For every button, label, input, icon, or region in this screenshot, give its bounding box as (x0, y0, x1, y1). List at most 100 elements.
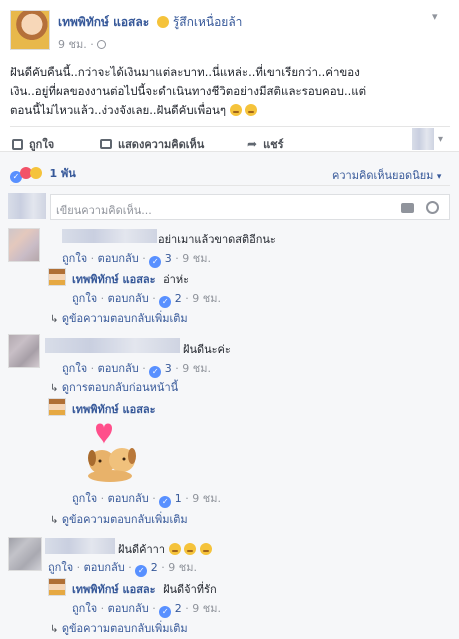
commenter-avatar[interactable] (8, 537, 42, 571)
post-text-line-wrapper: ตอนนี้ไม่ไหวแล้ว..ง่วงจังเลย..ฝันดีคับเพ… (10, 101, 450, 120)
thumbs-up-icon (12, 138, 23, 150)
author-reply-avatar[interactable] (48, 268, 66, 286)
puppy-love-sticker (88, 423, 136, 482)
share-arrow-icon: ➦ (247, 137, 258, 151)
comment-like-link[interactable]: ถูกใจ (62, 252, 87, 265)
post-time[interactable]: 9 ชม. (58, 38, 87, 51)
comment-reply-link[interactable]: ตอบกลับ (98, 252, 139, 265)
comment-bubble-icon (100, 139, 112, 149)
separator-dot: · (128, 561, 132, 574)
reply-arrow-icon: ↳ (50, 314, 59, 325)
separator-dot: · (100, 492, 105, 505)
reply-reply-link[interactable]: ตอบกลับ (108, 492, 149, 505)
sleepy-face-icon (229, 104, 242, 116)
reply-reaction-count[interactable]: 2 (175, 292, 182, 305)
camera-icon[interactable] (401, 203, 414, 213)
reply-author-name[interactable]: เทพพิทักษ์ แอสละ (72, 583, 156, 596)
separator-dot: · (161, 561, 165, 574)
author-name[interactable]: เทพพิทักษ์ แอสละ (58, 15, 149, 29)
action-divider (10, 126, 450, 127)
reply-reaction-count[interactable]: 1 (175, 492, 182, 505)
commenter-name-blurred[interactable] (45, 338, 180, 353)
reply-time[interactable]: 9 ชม. (192, 602, 221, 615)
tired-face-icon (157, 16, 169, 28)
separator-dot: · (175, 252, 179, 265)
author-reply-avatar[interactable] (48, 578, 66, 596)
reply-text: ฝันดีจ้าที่รัก (163, 583, 217, 596)
reply-reaction-count[interactable]: 2 (175, 602, 182, 615)
comment-text: ฝันดีค้าาา (118, 543, 165, 556)
separator-dot: · (90, 362, 95, 375)
comment-input-placeholder: เขียนความคิดเห็น... (56, 204, 152, 217)
separator-dot: · (90, 38, 94, 51)
more-replies-link[interactable]: ดูข้อความตอบกลับเพิ่มเติม (62, 312, 188, 325)
separator-dot: · (152, 292, 156, 305)
reply-author-name[interactable]: เทพพิทักษ์ แอสละ (72, 400, 156, 418)
separator-dot: · (142, 362, 146, 375)
comment-text: อย่าเมาแล้วขาดสติอีกนะ (158, 233, 276, 246)
commenter-name-blurred[interactable] (45, 538, 115, 554)
comment-reply-link[interactable]: ตอบกลับ (84, 561, 125, 574)
separator-dot: · (175, 362, 179, 375)
separator-dot: · (185, 602, 189, 615)
like-reaction-icon: ✓ (135, 565, 148, 577)
reply-arrow-icon: ↳ (50, 383, 59, 394)
comment-input[interactable]: เขียนความคิดเห็น... (50, 194, 450, 220)
comment-time[interactable]: 9 ชม. (168, 561, 197, 574)
comment-reaction-count[interactable]: 2 (151, 561, 158, 574)
author-avatar[interactable] (10, 10, 50, 50)
reply-reply-link[interactable]: ตอบกลับ (108, 292, 149, 305)
post-text-line: ตอนนี้ไม่ไหวแล้ว..ง่วงจังเลย..ฝันดีคับเพ… (10, 103, 227, 117)
feeling-text[interactable]: รู้สึกเหนื่อยล้า (173, 15, 243, 29)
post-options-chevron-icon[interactable]: ▾ (432, 10, 438, 23)
post-text-line: เงิน..อยู่ที่ผลของงานต่อไปนี้จะดำเนินทาง… (10, 84, 367, 98)
sort-chevron-icon[interactable]: ▾ (437, 172, 442, 182)
reactions-divider (10, 185, 450, 186)
reply-time[interactable]: 9 ชม. (192, 292, 221, 305)
viewer-avatar-blurred (8, 193, 46, 219)
reply-time[interactable]: 9 ชม. (192, 492, 221, 505)
reply-reply-link[interactable]: ตอบกลับ (108, 602, 149, 615)
author-reply-avatar[interactable] (48, 398, 66, 416)
reply-like-link[interactable]: ถูกใจ (72, 292, 97, 305)
comment-reaction-count[interactable]: 3 (165, 362, 172, 375)
comment-time[interactable]: 9 ชม. (182, 362, 211, 375)
comment-text: ฝันดีนะค่ะ (183, 343, 231, 356)
separator-dot: · (185, 492, 189, 505)
reply-text: อ่าห่ะ (163, 273, 190, 286)
reaction-count[interactable]: 1 พัน (50, 167, 76, 180)
sleepy-face-icon (168, 543, 181, 555)
like-reaction-icon: ✓ (159, 496, 172, 508)
reply-like-link[interactable]: ถูกใจ (72, 492, 97, 505)
previous-replies-link[interactable]: ดูการตอบกลับก่อนหน้านี้ (62, 381, 178, 394)
separator-dot: · (100, 292, 105, 305)
commenter-name-blurred[interactable] (62, 229, 157, 243)
comment-time[interactable]: 9 ชม. (182, 252, 211, 265)
commenter-avatar[interactable] (8, 228, 40, 262)
audience-chevron-icon[interactable]: ▾ (438, 134, 443, 145)
comment-reaction-count[interactable]: 3 (165, 252, 172, 265)
comment-like-link[interactable]: ถูกใจ (62, 362, 87, 375)
more-replies-link[interactable]: ดูข้อความตอบกลับเพิ่มเติม (62, 622, 188, 635)
comment-like-link[interactable]: ถูกใจ (48, 561, 73, 574)
separator-dot: · (185, 292, 189, 305)
like-reaction-icon: ✓ (149, 256, 162, 268)
commenter-avatar[interactable] (8, 334, 40, 368)
reply-like-link[interactable]: ถูกใจ (72, 602, 97, 615)
reply-arrow-icon: ↳ (50, 624, 59, 635)
like-reaction-icon: ✓ (149, 366, 162, 378)
sleepy-face-icon (199, 543, 212, 555)
separator-dot: · (90, 252, 95, 265)
more-replies-link[interactable]: ดูข้อความตอบกลับเพิ่มเติม (62, 513, 188, 526)
post-text: ฝันดีคับคืนนี้..กว่าจะได้เงินมาแต่ละบาท.… (10, 63, 450, 120)
separator-dot: · (76, 561, 81, 574)
like-reaction-icon: ✓ (159, 606, 172, 618)
separator-dot: · (100, 602, 105, 615)
separator-dot: · (142, 252, 146, 265)
globe-icon (97, 40, 107, 49)
reply-author-name[interactable]: เทพพิทักษ์ แอสละ (72, 273, 156, 286)
sticker-icon[interactable] (426, 201, 439, 214)
comment-sort-dropdown[interactable]: ความคิดเห็นยอดนิยม (332, 169, 433, 182)
comment-reply-link[interactable]: ตอบกลับ (98, 362, 139, 375)
post-text-line: ฝันดีคับคืนนี้..กว่าจะได้เงินมาแต่ละบาท.… (10, 65, 360, 79)
